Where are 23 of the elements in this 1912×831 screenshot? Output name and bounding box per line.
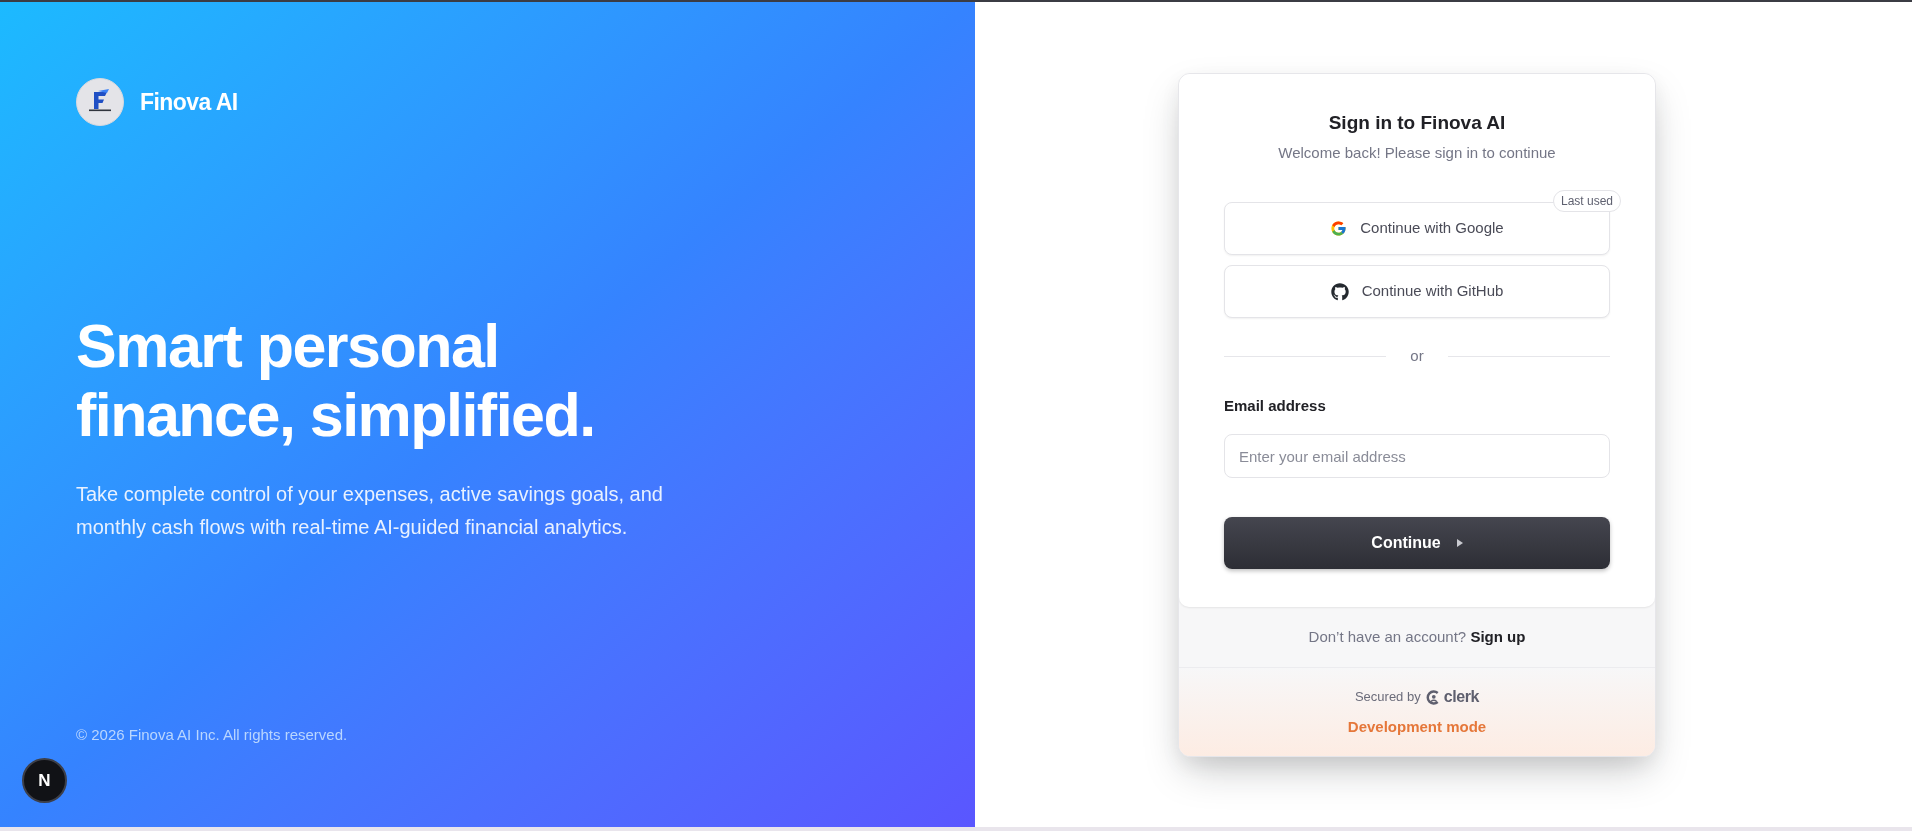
triangle-icon [1456, 539, 1463, 547]
dev-mode-label: Development mode [1347, 717, 1487, 737]
card-title: Sign in to Finova AI [1327, 111, 1507, 135]
social-login-button[interactable]: Continue with GitHub [1224, 265, 1610, 318]
signup-link[interactable]: Sign up [1470, 628, 1526, 645]
github-icon [1330, 282, 1349, 301]
signup-prompt: Don’t have an account? Sign up [1308, 627, 1526, 647]
brand-wordmark: clerk [1443, 688, 1480, 706]
last-used-badge: Last used [1552, 190, 1621, 212]
hero-description: Take complete control of your expenses, active savings goals, and monthly cash flows with real-time AI-guided financial analytics. [76, 482, 664, 540]
continue-button[interactable]: Continue [1224, 517, 1610, 569]
field-label: Email address [1224, 396, 1326, 416]
copyright-text: © 2026 Finova AI Inc. All rights reserved. [76, 725, 348, 745]
google-icon [1330, 220, 1348, 237]
secured-by-text: Secured by [1354, 688, 1421, 706]
logo-icon [1425, 689, 1441, 705]
email-input[interactable]: Enter your email address [1224, 434, 1610, 478]
divider-text: or [1410, 346, 1424, 366]
card-subtitle: Welcome back! Please sign in to continue [1277, 143, 1557, 163]
dev-indicator-button[interactable]: N [22, 758, 67, 803]
brand-name: Finova AI [140, 87, 238, 117]
logo-icon [76, 78, 124, 126]
hero-headline: Smart personal finance, simplified. [76, 312, 596, 450]
